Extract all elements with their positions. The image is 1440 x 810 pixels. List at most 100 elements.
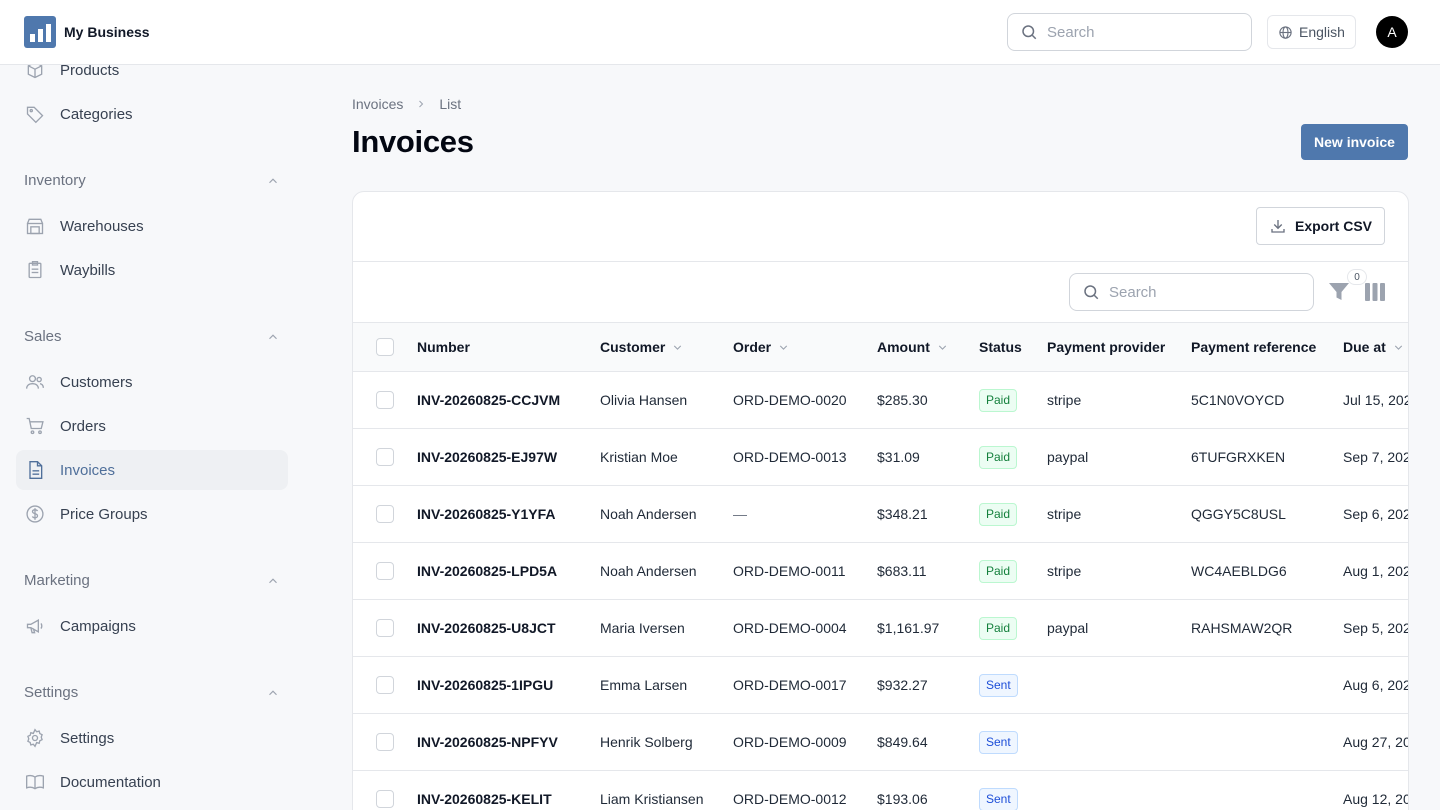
sidebar-item-invoices[interactable]: Invoices [16, 450, 288, 490]
columns-icon[interactable] [1365, 283, 1385, 301]
column-payment-reference[interactable]: Payment reference [1191, 323, 1316, 371]
customer-name: Noah Andersen [600, 506, 697, 522]
amount: $932.27 [877, 677, 928, 693]
invoice-number: INV-20260825-CCJVM [417, 392, 561, 408]
table-row[interactable]: INV-20260825-EJ97W Kristian Moe ORD-DEMO-0… [353, 429, 1408, 486]
row-checkbox[interactable] [376, 505, 394, 523]
status-badge: Paid [979, 502, 1018, 526]
row-checkbox[interactable] [376, 790, 394, 808]
sidebar-item-categories[interactable]: Categories [16, 94, 288, 134]
table-row[interactable]: INV-20260825-NPFYV Henrik Solberg ORD-DEMO… [353, 714, 1408, 771]
nav-group-sales[interactable]: Sales [24, 328, 280, 345]
column-amount[interactable]: Amount [877, 323, 949, 371]
status-badge: Paid [979, 616, 1018, 640]
order-number: ORD-DEMO-0013 [733, 449, 847, 465]
sidebar: Products Categories Inventory Warehouses… [0, 62, 305, 810]
gear-icon [24, 727, 46, 749]
amount: $1,161.97 [877, 620, 940, 636]
book-icon [24, 771, 46, 793]
language-switcher[interactable]: English [1267, 15, 1356, 49]
brand[interactable]: My Business [24, 16, 150, 48]
chevron-up-icon [269, 177, 277, 183]
sidebar-item-orders[interactable]: Orders [16, 406, 288, 446]
row-checkbox[interactable] [376, 562, 394, 580]
due-date: Aug 6, 2026 [1343, 677, 1408, 693]
table-row[interactable]: INV-20260825-KELIT Liam Kristiansen ORD-DE… [353, 771, 1408, 810]
payment-provider: paypal [1047, 449, 1089, 465]
due-date: Sep 5, 2026 [1343, 620, 1408, 636]
payment-provider: stripe [1047, 563, 1082, 579]
column-payment-provider[interactable]: Payment provider [1047, 323, 1165, 371]
table-header: Number Customer Order Amount Status Paym… [353, 323, 1408, 372]
table-row[interactable]: INV-20260825-CCJVM Olivia Hansen ORD-DEMO-… [353, 372, 1408, 429]
export-csv-button[interactable]: Export CSV [1255, 207, 1385, 245]
brand-name: My Business [64, 24, 150, 40]
due-date: Sep 6, 2026 [1343, 506, 1408, 522]
chevron-down-icon [938, 344, 947, 350]
due-date: Aug 12, 2026 [1343, 791, 1408, 807]
global-search-input[interactable] [1047, 23, 1227, 41]
nav-group-inventory[interactable]: Inventory [24, 172, 280, 189]
table-row[interactable]: INV-20260825-Y1YFA Noah Andersen — $348.21 P… [353, 486, 1408, 543]
row-checkbox[interactable] [376, 448, 394, 466]
payment-reference: QGGY5C8USL [1191, 506, 1286, 522]
sidebar-item-warehouses[interactable]: Warehouses [16, 206, 288, 246]
dollar-circle-icon [24, 503, 46, 525]
table-search[interactable] [1069, 273, 1314, 311]
row-checkbox[interactable] [376, 619, 394, 637]
due-date: Sep 7, 2026 [1343, 449, 1408, 465]
search-icon [1084, 285, 1099, 300]
status-badge: Sent [979, 787, 1018, 810]
table-search-input[interactable] [1109, 283, 1289, 301]
invoices-table-card: Export CSV 0 Number Customer Order Amoun… [352, 191, 1409, 810]
customer-name: Noah Andersen [600, 563, 697, 579]
order-number: ORD-DEMO-0004 [733, 620, 847, 636]
status-badge: Sent [979, 673, 1018, 697]
language-label: English [1299, 24, 1345, 40]
select-all-checkbox[interactable] [376, 338, 394, 356]
avatar[interactable]: A [1376, 16, 1408, 48]
customer-name: Kristian Moe [600, 449, 678, 465]
row-checkbox[interactable] [376, 391, 394, 409]
document-icon [24, 459, 46, 481]
filter-icon[interactable] [1328, 282, 1350, 302]
column-due-at[interactable]: Due at [1343, 323, 1408, 371]
amount: $348.21 [877, 506, 928, 522]
status-badge: Paid [979, 559, 1018, 583]
sidebar-item-price-groups[interactable]: Price Groups [16, 494, 288, 534]
row-checkbox[interactable] [376, 733, 394, 751]
sidebar-item-documentation[interactable]: Documentation [16, 762, 288, 802]
nav-group-settings[interactable]: Settings [24, 684, 280, 701]
column-customer[interactable]: Customer [600, 323, 684, 371]
invoice-number: INV-20260825-LPD5A [417, 563, 558, 579]
payment-reference: 5C1N0VOYCD [1191, 392, 1285, 408]
amount: $285.30 [877, 392, 928, 408]
column-number[interactable]: Number [417, 323, 470, 371]
customer-name: Olivia Hansen [600, 392, 688, 408]
column-order[interactable]: Order [733, 323, 790, 371]
payment-reference: WC4AEBLDG6 [1191, 563, 1287, 579]
table-toolbar: 0 [353, 262, 1408, 323]
table-row[interactable]: INV-20260825-LPD5A Noah Andersen ORD-DEMO-… [353, 543, 1408, 600]
customer-name: Liam Kristiansen [600, 791, 704, 807]
sidebar-item-customers[interactable]: Customers [16, 362, 288, 402]
order-number: ORD-DEMO-0020 [733, 392, 847, 408]
sidebar-item-settings[interactable]: Settings [16, 718, 288, 758]
breadcrumb: Invoices List [352, 96, 461, 112]
order-number: ORD-DEMO-0011 [733, 563, 846, 579]
tag-icon [24, 103, 46, 125]
new-invoice-button[interactable]: New invoice [1301, 124, 1408, 160]
invoice-number: INV-20260825-U8JCT [417, 620, 556, 636]
global-search[interactable] [1007, 13, 1252, 51]
cart-icon [24, 415, 46, 437]
nav-group-marketing[interactable]: Marketing [24, 572, 280, 589]
table-row[interactable]: INV-20260825-1IPGU Emma Larsen ORD-DEMO-00… [353, 657, 1408, 714]
column-status[interactable]: Status [979, 323, 1022, 371]
payment-reference: RAHSMAW2QR [1191, 620, 1293, 636]
invoice-number: INV-20260825-1IPGU [417, 677, 554, 693]
row-checkbox[interactable] [376, 676, 394, 694]
sidebar-item-campaigns[interactable]: Campaigns [16, 606, 288, 646]
table-row[interactable]: INV-20260825-U8JCT Maria Iversen ORD-DEMO-… [353, 600, 1408, 657]
breadcrumb-parent[interactable]: Invoices [352, 96, 403, 112]
sidebar-item-waybills[interactable]: Waybills [16, 250, 288, 290]
